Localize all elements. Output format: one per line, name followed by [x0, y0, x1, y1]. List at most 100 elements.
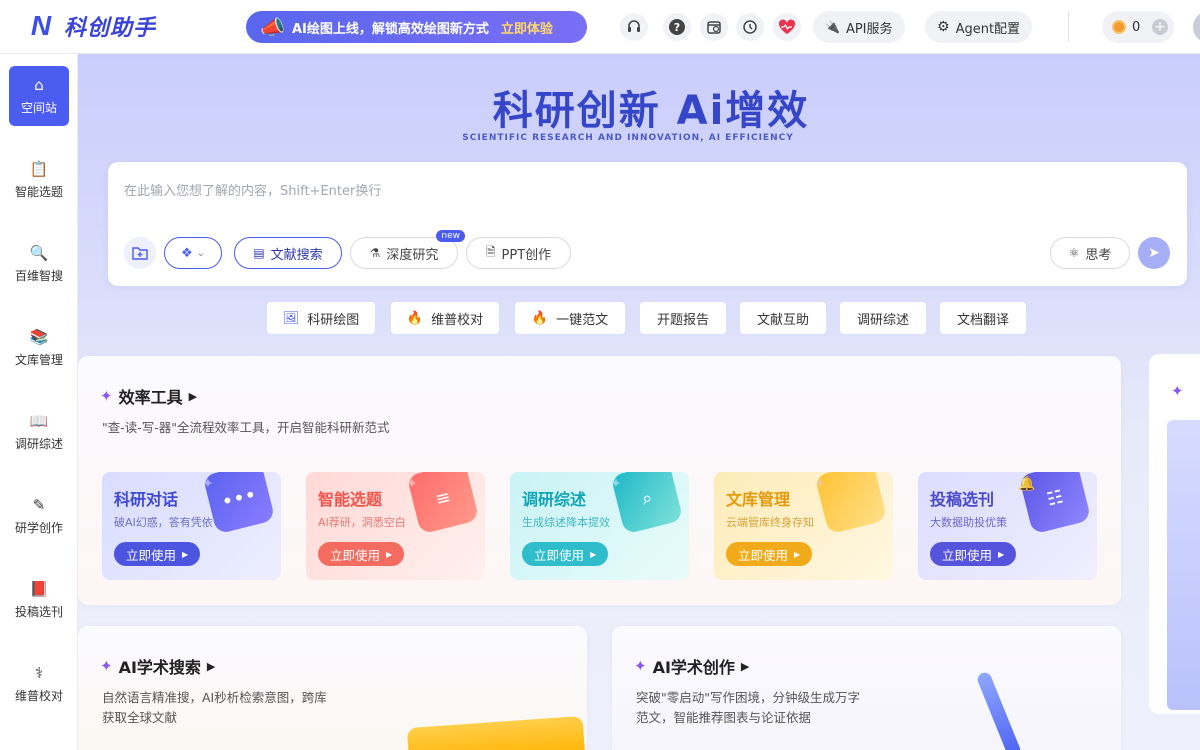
panel-title[interactable]: ✦ 效率工具 ▶ [100, 384, 197, 408]
sidebar-item-library[interactable]: 📚 文库管理 [9, 318, 69, 378]
svg-text:?: ? [674, 21, 680, 34]
mode-label: PPT创作 [501, 247, 552, 263]
clipboard-icon: 📋 [29, 159, 49, 178]
sparkle-icon: ✦ [100, 387, 113, 405]
quick-action-translate[interactable]: 文档翻译 [940, 302, 1026, 334]
headset-icon[interactable] [620, 13, 648, 41]
health-icon[interactable] [773, 13, 801, 41]
quick-action-label: 文档翻译 [956, 312, 1009, 328]
tool-card-cta[interactable]: 立即使用 ▶ [726, 542, 813, 566]
caret-right-icon: ▶ [386, 549, 393, 559]
quick-action-label: 一键范文 [556, 312, 609, 328]
divider [1068, 12, 1069, 42]
promo-banner[interactable]: 📣 AI绘图上线，解锁高效绘图新方式 立即体验 [246, 11, 587, 43]
quick-action-literature-help[interactable]: 文献互助 [740, 302, 826, 334]
sidebar-item-topic-selection[interactable]: 📋 智能选题 [9, 150, 69, 210]
tool-card-subtitle: 生成综述降本提效 [522, 516, 610, 529]
model-logo-icon: ❖ [180, 245, 193, 261]
sidebar-item-search[interactable]: 🔍 百维智搜 [9, 234, 69, 294]
hero-title: 科研创新 Ai增效 [492, 88, 810, 134]
desc-line: 范文，智能推荐图表与论证依据 [636, 710, 812, 725]
caret-right-icon: ▶ [590, 549, 597, 559]
side-panel-peek: ✦ [1149, 354, 1200, 714]
caret-right-icon: ▶ [740, 659, 750, 673]
add-coin-icon[interactable]: + [1152, 19, 1168, 35]
api-service-button[interactable]: 🔌 API服务 [813, 11, 905, 43]
paper-plane-icon: ➤ [1148, 245, 1160, 261]
cta-label: 立即使用 [738, 547, 789, 563]
quick-action-proofread[interactable]: 🔥 维普校对 [391, 302, 499, 334]
think-toggle[interactable]: ⚛ 思考 [1050, 237, 1130, 269]
sidebar-item-writing[interactable]: ✎ 研学创作 [9, 486, 69, 546]
desc-line: 获取全球文献 [102, 710, 178, 725]
logo[interactable]: N 科创助手 [24, 10, 156, 42]
sidebar-item-space-station[interactable]: ⌂ 空间站 [9, 66, 69, 126]
quick-action-label: 科研绘图 [307, 312, 360, 328]
sidebar-item-label: 调研综述 [14, 436, 63, 451]
file-icon: 🗎 [485, 244, 496, 259]
agent-config-button[interactable]: ⚙ Agent配置 [925, 11, 1033, 43]
tool-card-cta[interactable]: 立即使用 ▶ [930, 542, 1017, 566]
search-input[interactable] [124, 184, 924, 199]
tool-card-cta[interactable]: 立即使用 ▶ [114, 542, 201, 566]
quick-action-label: 开题报告 [656, 312, 709, 328]
cta-label: 立即使用 [330, 547, 381, 563]
history-icon[interactable] [736, 13, 764, 41]
mode-literature-search[interactable]: ▤ 文献搜索 [234, 237, 342, 269]
cta-label: 立即使用 [126, 547, 177, 563]
panel-title[interactable]: ✦ AI学术创作 ▶ [634, 654, 749, 678]
agent-config-label: Agent配置 [955, 21, 1021, 37]
ai-search-panel[interactable]: ✦ AI学术搜索 ▶ 自然语言精准搜，AI秒析检索意图，跨库 获取全球文献 [78, 626, 587, 750]
tool-card-cta[interactable]: 立即使用 ▶ [318, 542, 405, 566]
quick-action-label: 调研综述 [856, 312, 909, 328]
caret-right-icon: ▶ [206, 659, 216, 673]
edit-icon: ✎ [32, 495, 46, 514]
tool-card-cta[interactable]: 立即使用 ▶ [522, 542, 609, 566]
caret-right-icon: ▶ [182, 549, 189, 559]
star-icon: ✦ [610, 476, 622, 492]
promo-cta-link[interactable]: 立即体验 [501, 18, 553, 37]
tool-card-submission[interactable]: ☷ 🔔 投稿选刊 大数据助投优策 立即使用 ▶ [918, 472, 1097, 580]
star-icon: ✦ [814, 476, 826, 492]
quick-action-review[interactable]: 调研综述 [840, 302, 926, 334]
star-icon: ✦ [202, 476, 214, 492]
gear-icon: ⚙ [937, 19, 950, 35]
tool-card-library[interactable]: ✦ 文库管理 云端管库终身存知 立即使用 ▶ [714, 472, 893, 580]
ai-writing-desc: 突破"零启动"写作困境，分钟级生成万字 范文，智能推荐图表与论证依据 [636, 688, 860, 728]
avatar[interactable] [1193, 11, 1200, 43]
star-icon: ✦ [406, 476, 418, 492]
model-selector[interactable]: ❖ ⌄ [164, 237, 222, 269]
folder-illustration [406, 715, 586, 750]
sparkle-icon: ✦ [634, 657, 647, 675]
send-button[interactable]: ➤ [1138, 237, 1170, 269]
mode-deep-research[interactable]: ⚗ 深度研究 new [350, 230, 465, 269]
ai-writing-panel[interactable]: ✦ AI学术创作 ▶ 突破"零启动"写作困境，分钟级生成万字 范文，智能推荐图表… [612, 626, 1121, 750]
document-icon: ▤ [253, 246, 265, 260]
tool-card-title: 科研对话 [114, 490, 179, 509]
quick-action-drawing[interactable]: 🖼 科研绘图 [267, 302, 375, 334]
sidebar-item-submission[interactable]: 📕 投稿选刊 [9, 570, 69, 630]
ai-search-desc: 自然语言精准搜，AI秒析检索意图，跨库 获取全球文献 [102, 688, 327, 728]
help-icon[interactable]: ? [663, 13, 691, 41]
panel-title[interactable]: ✦ AI学术搜索 ▶ [100, 654, 215, 678]
home-icon: ⌂ [34, 75, 44, 94]
quick-action-label: 文献互助 [756, 312, 809, 328]
hero-subtitle: SCIENTIFIC RESEARCH AND INNOVATION, AI E… [462, 133, 794, 143]
sidebar: ⌂ 空间站 📋 智能选题 🔍 百维智搜 📚 文库管理 📖 调研综述 ✎ 研学创作… [0, 54, 78, 750]
mode-label: 文献搜索 [270, 247, 323, 263]
sidebar-item-proofread[interactable]: ⚕ 维普校对 [9, 654, 69, 714]
tool-card-research-chat[interactable]: ••• ✦ 科研对话 破AI幻惑，答有凭依 立即使用 ▶ [102, 472, 281, 580]
coin-balance[interactable]: 0 + [1102, 11, 1174, 43]
book-icon: 📖 [29, 411, 49, 430]
quick-action-sample-essay[interactable]: 🔥 一键范文 [515, 302, 625, 334]
mode-ppt-creation[interactable]: 🗎 PPT创作 [466, 237, 571, 269]
think-label: 思考 [1085, 247, 1112, 263]
calendar-icon[interactable] [700, 13, 728, 41]
tool-card-topic-selection[interactable]: ≡ ✦ 智能选题 AI荐研，洞悉空白 立即使用 ▶ [306, 472, 485, 580]
search-box: ❖ ⌄ ▤ 文献搜索 ⚗ 深度研究 new 🗎 PPT创作 ⚛ 思考 ➤ [108, 162, 1187, 286]
upload-folder-icon[interactable] [124, 237, 156, 269]
bell-icon: 🔔 [1018, 476, 1036, 492]
tool-card-review[interactable]: ⌕ ✦ 调研综述 生成综述降本提效 立即使用 ▶ [510, 472, 689, 580]
quick-action-proposal[interactable]: 开题报告 [640, 302, 726, 334]
sidebar-item-review[interactable]: 📖 调研综述 [9, 402, 69, 462]
